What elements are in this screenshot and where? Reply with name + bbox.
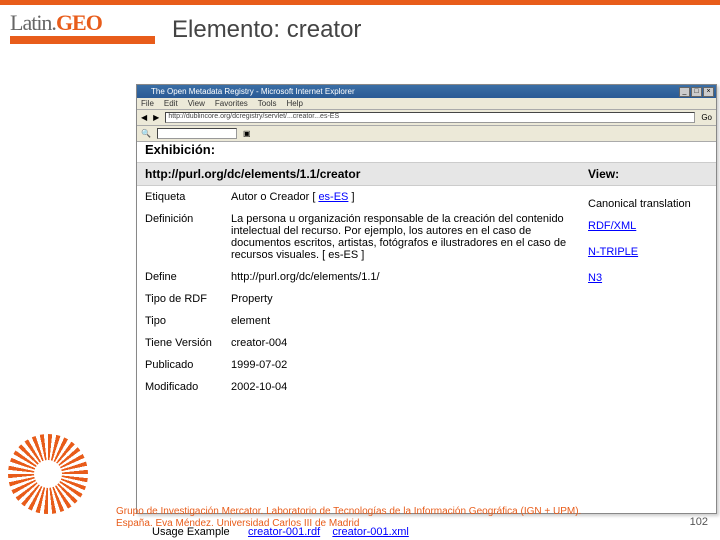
back-icon[interactable]: ◀ — [141, 113, 147, 122]
logo-text: Latin.GEO — [10, 10, 155, 36]
exhibicion-label: Exhibición: — [145, 142, 215, 157]
extra-icon[interactable]: ▣ — [243, 129, 251, 138]
logo-accent: GEO — [56, 10, 102, 35]
value-tipo: element — [231, 315, 572, 327]
menu-view[interactable]: View — [188, 99, 205, 108]
value-publicado: 1999-07-02 — [231, 359, 572, 371]
browser-searchbar: 🔍 ▣ — [137, 126, 716, 142]
row-define: Define http://purl.org/dc/elements/1.1/ — [137, 266, 580, 288]
metadata-table: Etiqueta Autor o Creador [ es-ES ] Defin… — [137, 186, 716, 398]
slide-title: Elemento: creator — [172, 16, 361, 44]
browser-title-text: The Open Metadata Registry - Microsoft I… — [139, 87, 355, 96]
row-publicado: Publicado 1999-07-02 — [137, 354, 580, 376]
label-define: Define — [145, 271, 231, 283]
row-etiqueta: Etiqueta Autor o Creador [ es-ES ] — [137, 186, 580, 208]
window-controls: _ □ × — [679, 87, 714, 97]
view-rdfxml-link[interactable]: RDF/XML — [588, 220, 708, 232]
label-definicion: Definición — [145, 213, 231, 261]
menu-favorites[interactable]: Favorites — [215, 99, 248, 108]
value-tipo-rdf: Property — [231, 293, 572, 305]
browser-menubar: File Edit View Favorites Tools Help — [137, 98, 716, 110]
browser-titlebar: The Open Metadata Registry - Microsoft I… — [137, 85, 716, 98]
sun-core — [34, 460, 62, 488]
footer-line1: Grupo de Investigación Mercator. Laborat… — [116, 506, 581, 517]
menu-file[interactable]: File — [141, 99, 154, 108]
menu-help[interactable]: Help — [286, 99, 302, 108]
value-etiqueta: Autor o Creador [ es-ES ] — [231, 191, 572, 203]
menu-tools[interactable]: Tools — [258, 99, 277, 108]
search-input[interactable] — [157, 128, 237, 139]
menu-edit[interactable]: Edit — [164, 99, 178, 108]
view-ntriple-link[interactable]: N-TRIPLE — [588, 246, 708, 258]
footer-line2: España. Eva Méndez. Universidad Carlos I… — [116, 518, 359, 529]
exhibicion-row: Exhibición: — [137, 142, 716, 162]
label-modificado: Modificado — [145, 381, 231, 393]
value-tiene-version: creator-004 — [231, 337, 572, 349]
browser-window: The Open Metadata Registry - Microsoft I… — [136, 84, 717, 514]
label-tipo-rdf: Tipo de RDF — [145, 293, 231, 305]
metadata-rows: Etiqueta Autor o Creador [ es-ES ] Defin… — [137, 186, 580, 398]
search-icon: 🔍 — [141, 129, 151, 138]
label-publicado: Publicado — [145, 359, 231, 371]
logo-underline — [10, 36, 155, 44]
footer: Grupo de Investigación Mercator. Laborat… — [116, 506, 700, 530]
row-modificado: Modificado 2002-10-04 — [137, 376, 580, 398]
address-bar[interactable]: http://dublincore.org/dcregistry/servlet… — [165, 112, 695, 123]
sun-icon — [8, 434, 88, 514]
view-label: View: — [588, 167, 708, 181]
maximize-button[interactable]: □ — [691, 87, 702, 97]
view-canonical: Canonical translation — [588, 198, 708, 210]
close-button[interactable]: × — [703, 87, 714, 97]
header-row: http://purl.org/dc/elements/1.1/creator … — [137, 162, 716, 186]
slide: Latin.GEO Elemento: creator The Open Met… — [0, 0, 720, 540]
logo-main: Latin. — [10, 10, 56, 35]
label-tipo: Tipo — [145, 315, 231, 327]
value-modificado: 2002-10-04 — [231, 381, 572, 393]
row-tipo-rdf: Tipo de RDF Property — [137, 288, 580, 310]
logo: Latin.GEO — [10, 10, 155, 50]
page-content: Exhibición: http://purl.org/dc/elements/… — [137, 142, 716, 513]
value-definicion: La persona u organización responsable de… — [231, 213, 572, 261]
go-button[interactable]: Go — [701, 113, 712, 122]
row-definicion: Definición La persona u organización res… — [137, 208, 580, 266]
slide-number: 102 — [690, 516, 708, 528]
browser-toolbar: ◀ ▶ http://dublincore.org/dcregistry/ser… — [137, 110, 716, 126]
forward-icon[interactable]: ▶ — [153, 113, 159, 122]
view-n3-link[interactable]: N3 — [588, 272, 708, 284]
link-es-es[interactable]: es-ES — [318, 191, 348, 203]
value-define: http://purl.org/dc/elements/1.1/ — [231, 271, 572, 283]
top-accent-bar — [0, 0, 720, 5]
header-uri: http://purl.org/dc/elements/1.1/creator — [145, 167, 588, 181]
row-tipo: Tipo element — [137, 310, 580, 332]
label-tiene-version: Tiene Versión — [145, 337, 231, 349]
row-tiene-version: Tiene Versión creator-004 — [137, 332, 580, 354]
minimize-button[interactable]: _ — [679, 87, 690, 97]
label-etiqueta: Etiqueta — [145, 191, 231, 203]
views-column: Canonical translation RDF/XML N-TRIPLE N… — [580, 186, 716, 398]
